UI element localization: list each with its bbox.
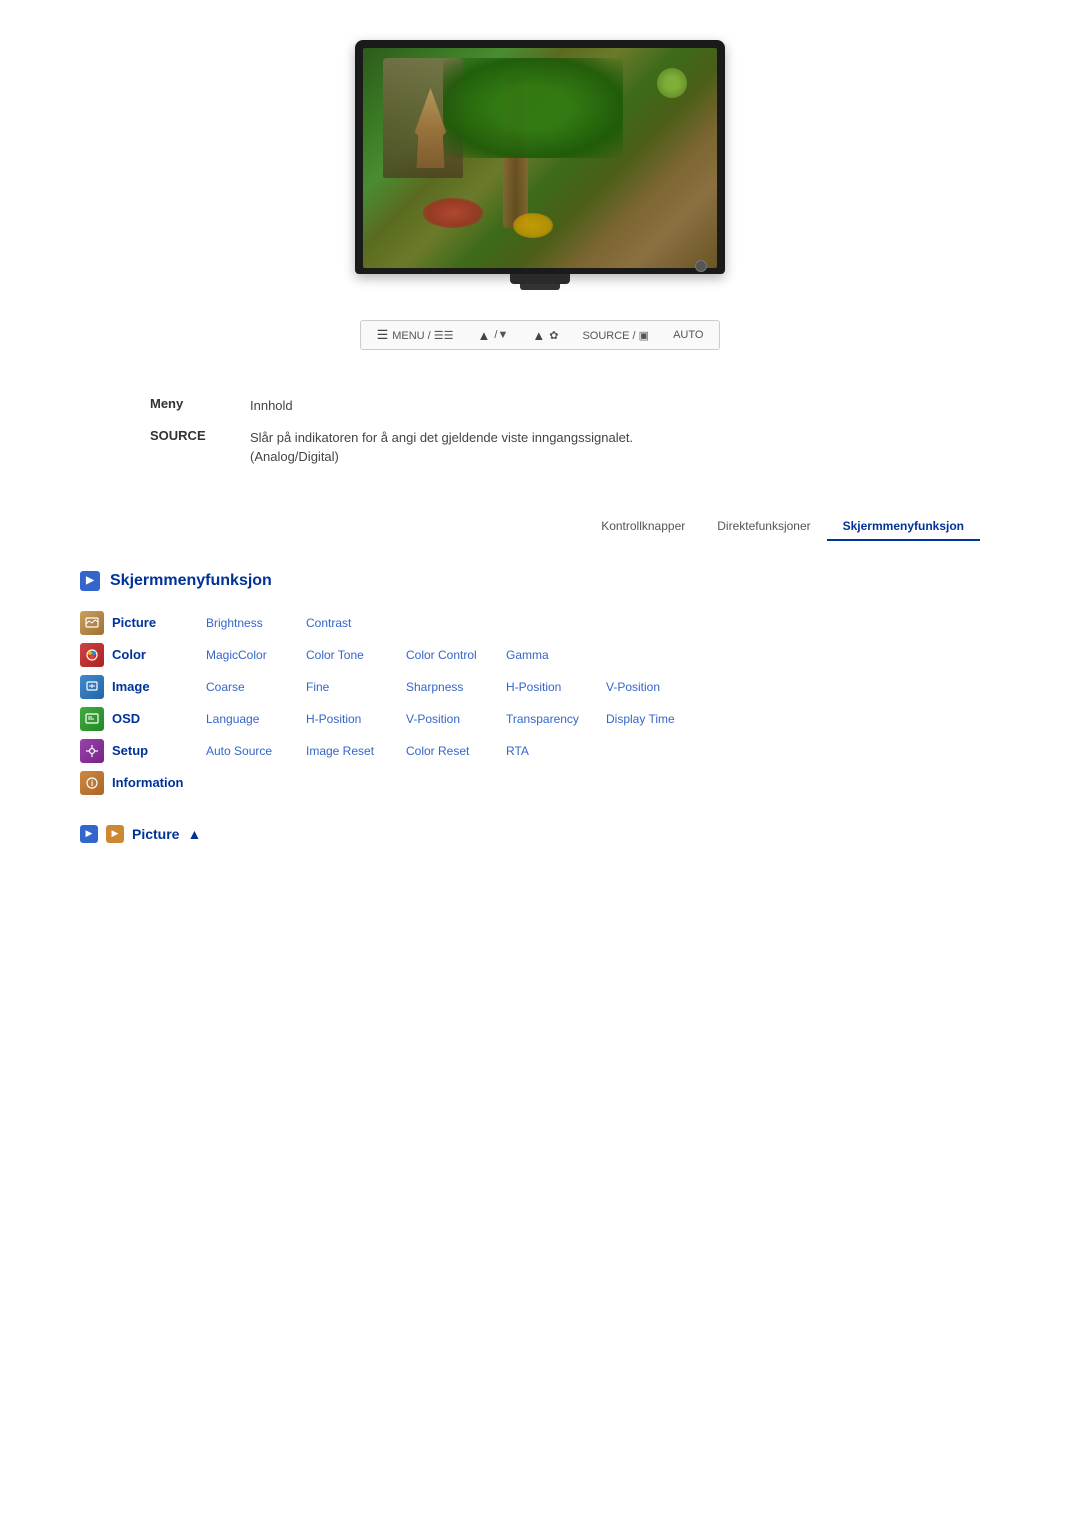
color-tone-link[interactable]: Color Tone xyxy=(302,648,402,662)
bottom-nav: ▶ ▶ Picture ▲ xyxy=(60,825,1020,843)
flowers-yellow xyxy=(513,213,553,238)
monitor-frame xyxy=(355,40,725,274)
setup-imagereset-link[interactable]: Image Reset xyxy=(302,744,402,758)
monitor-power-button[interactable] xyxy=(695,260,707,272)
menu-ctrl: ☰ MENU / ☰☰ xyxy=(377,327,454,343)
source-label: SOURCE / ▣ xyxy=(582,329,649,342)
setup-rta-link[interactable]: RTA xyxy=(502,744,602,758)
setup-colorreset-link[interactable]: Color Reset xyxy=(402,744,502,758)
image-icon xyxy=(80,675,104,699)
monitor-screen xyxy=(363,48,717,268)
section-icon-arrow: ▶ xyxy=(86,575,94,586)
menu-row-osd: OSD Language H-Position V-Position Trans… xyxy=(80,707,1020,731)
tabs-section: Kontrollknapper Direktefunksjoner Skjerm… xyxy=(60,513,1020,541)
picture-icon xyxy=(80,611,104,635)
brightness-icon: ✿ xyxy=(549,329,558,342)
updown-ctrl: ▲ /▼ xyxy=(478,328,509,343)
color-icon xyxy=(80,643,104,667)
setup-items: Auto Source Image Reset Color Reset RTA xyxy=(202,744,602,758)
setup-icon xyxy=(80,739,104,763)
osd-vposition-link[interactable]: V-Position xyxy=(402,712,502,726)
color-label: Color xyxy=(112,647,202,662)
image-sharpness-link[interactable]: Sharpness xyxy=(402,680,502,694)
image-vposition-link[interactable]: V-Position xyxy=(602,680,702,694)
table-row-meny: Meny Innhold xyxy=(140,390,940,422)
osd-language-link[interactable]: Language xyxy=(202,712,302,726)
page-wrapper: ☰ MENU / ☰☰ ▲ /▼ ▲ ✿ SOURCE / ▣ AUTO xyxy=(0,0,1080,883)
info-table: Meny Innhold SOURCE Slår på indikatoren … xyxy=(140,390,940,473)
monitor-stand xyxy=(520,284,560,290)
setup-label: Setup xyxy=(112,743,202,758)
meny-label: Meny xyxy=(140,390,240,422)
color-gamma-link[interactable]: Gamma xyxy=(502,648,602,662)
svg-text:i: i xyxy=(91,779,93,788)
back-arrow: ▶ xyxy=(86,828,93,839)
auto-label: AUTO xyxy=(673,329,703,341)
monitor-container xyxy=(355,40,725,290)
image-hposition-link[interactable]: H-Position xyxy=(502,680,602,694)
source-value-cell: Slår på indikatoren for å angi det gjeld… xyxy=(240,422,940,473)
information-label: Information xyxy=(112,775,202,790)
osd-displaytime-link[interactable]: Display Time xyxy=(602,712,702,726)
tab-skjermmenyfunksjon[interactable]: Skjermmenyfunksjon xyxy=(827,513,980,541)
tab-direktefunksjoner[interactable]: Direktefunksjoner xyxy=(701,513,826,541)
image-items: Coarse Fine Sharpness H-Position V-Posit… xyxy=(202,680,702,694)
auto-ctrl: AUTO xyxy=(673,329,703,341)
nav-back-icon[interactable]: ▶ xyxy=(80,825,98,843)
tree-branches xyxy=(443,58,623,158)
nav-up-arrow: ▲ xyxy=(187,826,201,842)
osd-label: OSD xyxy=(112,711,202,726)
next-arrow: ▶ xyxy=(112,828,119,839)
color-magiccolor-link[interactable]: MagicColor xyxy=(202,648,302,662)
osd-hposition-link[interactable]: H-Position xyxy=(302,712,402,726)
menu-row-setup: Setup Auto Source Image Reset Color Rese… xyxy=(80,739,1020,763)
brightness-ctrl: ▲ ✿ xyxy=(532,328,558,343)
nav-label: Picture xyxy=(132,826,179,842)
info-icon: i xyxy=(80,771,104,795)
tab-kontrollknapper[interactable]: Kontrollknapper xyxy=(585,513,701,541)
menu-ctrl-label: MENU / ☰☰ xyxy=(392,329,453,342)
monitor-base xyxy=(510,274,570,284)
flowers-red xyxy=(423,198,483,228)
color-items: MagicColor Color Tone Color Control Gamm… xyxy=(202,648,602,662)
menu-grid: Picture Brightness Contrast Color MagicC… xyxy=(60,611,1020,795)
picture-contrast-link[interactable]: Contrast xyxy=(302,616,402,630)
section-icon: ▶ xyxy=(80,571,100,591)
image-label: Image xyxy=(112,679,202,694)
menu-row-information: i Information xyxy=(80,771,1020,795)
source-ctrl: SOURCE / ▣ xyxy=(582,329,649,342)
picture-items: Brightness Contrast xyxy=(202,616,402,630)
menu-icon: ☰ xyxy=(377,327,389,343)
menu-row-color: Color MagicColor Color Tone Color Contro… xyxy=(80,643,1020,667)
setup-autosource-link[interactable]: Auto Source xyxy=(202,744,302,758)
color-control-link[interactable]: Color Control xyxy=(402,648,502,662)
section-title: Skjermmenyfunksjon xyxy=(110,572,272,590)
updown-label: /▼ xyxy=(494,329,508,341)
osd-items: Language H-Position V-Position Transpare… xyxy=(202,712,702,726)
menu-row-image: Image Coarse Fine Sharpness H-Position V… xyxy=(80,675,1020,699)
control-bar-section: ☰ MENU / ☰☰ ▲ /▼ ▲ ✿ SOURCE / ▣ AUTO xyxy=(60,320,1020,350)
updown-icon: ▲ xyxy=(478,328,491,343)
menu-row-picture: Picture Brightness Contrast xyxy=(80,611,1020,635)
meny-value: Innhold xyxy=(240,390,940,422)
table-row-source: SOURCE Slår på indikatoren for å angi de… xyxy=(140,422,940,473)
section-heading: ▶ Skjermmenyfunksjon xyxy=(60,571,1020,591)
info-table-section: Meny Innhold SOURCE Slår på indikatoren … xyxy=(60,390,1020,473)
image-fine-link[interactable]: Fine xyxy=(302,680,402,694)
nav-next-icon[interactable]: ▶ xyxy=(106,825,124,843)
picture-label: Picture xyxy=(112,615,202,630)
picture-brightness-link[interactable]: Brightness xyxy=(202,616,302,630)
source-label-cell: SOURCE xyxy=(140,422,240,473)
osd-icon xyxy=(80,707,104,731)
image-coarse-link[interactable]: Coarse xyxy=(202,680,302,694)
monitor-section xyxy=(60,40,1020,290)
up-icon: ▲ xyxy=(532,328,545,343)
osd-transparency-link[interactable]: Transparency xyxy=(502,712,602,726)
control-bar: ☰ MENU / ☰☰ ▲ /▼ ▲ ✿ SOURCE / ▣ AUTO xyxy=(360,320,721,350)
